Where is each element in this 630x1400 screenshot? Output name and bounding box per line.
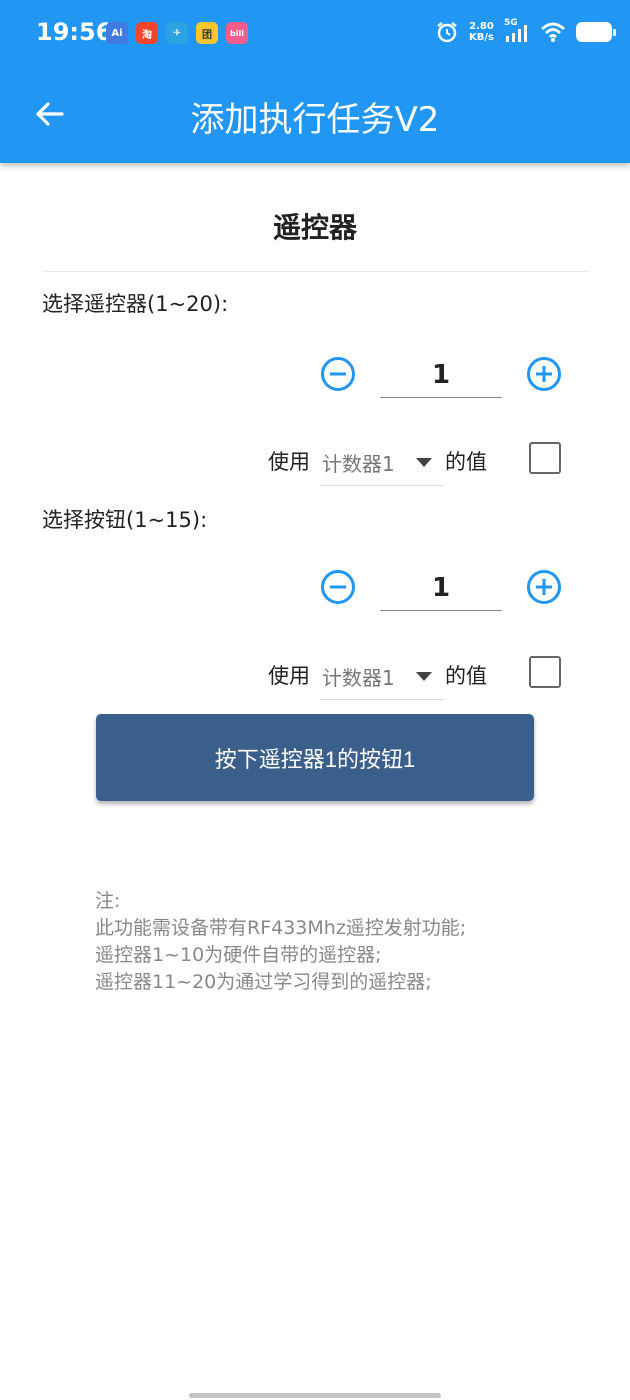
home-indicator[interactable] <box>189 1393 441 1398</box>
note-line: 注: <box>95 890 121 912</box>
remote-number-input[interactable]: 1 <box>380 352 502 398</box>
note-line: 遥控器11~20为通过学习得到的遥控器; <box>95 971 432 993</box>
remote-counter-value: 计数器1 <box>322 452 395 476</box>
button-counter-value: 计数器1 <box>322 666 395 690</box>
ai-app-icon: Ai <box>106 22 128 44</box>
button-use-prefix: 使用 <box>268 664 310 688</box>
network-speed-value: 2.80 <box>469 21 494 32</box>
button-minus-icon[interactable] <box>320 569 356 605</box>
remote-minus-icon[interactable] <box>320 356 356 392</box>
button-select-label: 选择按钮(1~15): <box>42 508 208 532</box>
remote-plus-icon[interactable] <box>526 356 562 392</box>
page-title: 添加执行任务V2 <box>190 100 440 140</box>
press-remote-button[interactable]: 按下遥控器1的按钮1 <box>96 714 534 801</box>
app-bar: 19:56 Ai 淘 ✈ 团 bili 2.80 KB/s 5G 添加执行任务V… <box>0 0 630 163</box>
wifi-icon <box>541 22 565 42</box>
remote-counter-dropdown[interactable]: 计数器1 <box>320 438 444 486</box>
section-title: 遥控器 <box>272 211 357 244</box>
meituan-app-icon: 团 <box>196 22 218 44</box>
button-plus-icon[interactable] <box>526 569 562 605</box>
status-app-icons: Ai 淘 ✈ 团 bili <box>106 22 248 44</box>
dropdown-arrow-icon <box>416 458 432 467</box>
status-indicators: 2.80 KB/s 5G <box>435 18 616 44</box>
button-number-input[interactable]: 1 <box>380 565 502 611</box>
remote-select-label: 选择遥控器(1~20): <box>42 292 229 316</box>
button-counter-dropdown[interactable]: 计数器1 <box>320 652 444 700</box>
divider <box>42 271 590 272</box>
note-line: 遥控器1~10为硬件自带的遥控器; <box>95 944 382 966</box>
remote-use-suffix: 的值 <box>445 450 487 474</box>
note-block: 注: 此功能需设备带有RF433Mhz遥控发射功能; 遥控器1~10为硬件自带的… <box>95 888 466 996</box>
cellular-signal-icon: 5G <box>504 18 530 44</box>
status-time: 19:56 <box>36 18 113 46</box>
dropdown-arrow-icon <box>416 672 432 681</box>
alarm-icon <box>437 22 457 43</box>
note-line: 此功能需设备带有RF433Mhz遥控发射功能; <box>95 917 467 939</box>
remote-use-prefix: 使用 <box>268 450 310 474</box>
status-bar: 19:56 Ai 淘 ✈ 团 bili 2.80 KB/s 5G <box>0 14 630 56</box>
telegram-app-icon: ✈ <box>166 22 188 44</box>
remote-use-counter-checkbox[interactable] <box>529 442 561 474</box>
network-speed-unit: KB/s <box>469 32 494 43</box>
button-use-suffix: 的值 <box>445 664 487 688</box>
bilibili-app-icon: bili <box>226 22 248 44</box>
network-speed: 2.80 KB/s <box>469 21 494 43</box>
button-use-counter-checkbox[interactable] <box>529 656 561 688</box>
taobao-app-icon: 淘 <box>136 22 158 44</box>
battery-icon <box>576 22 616 42</box>
